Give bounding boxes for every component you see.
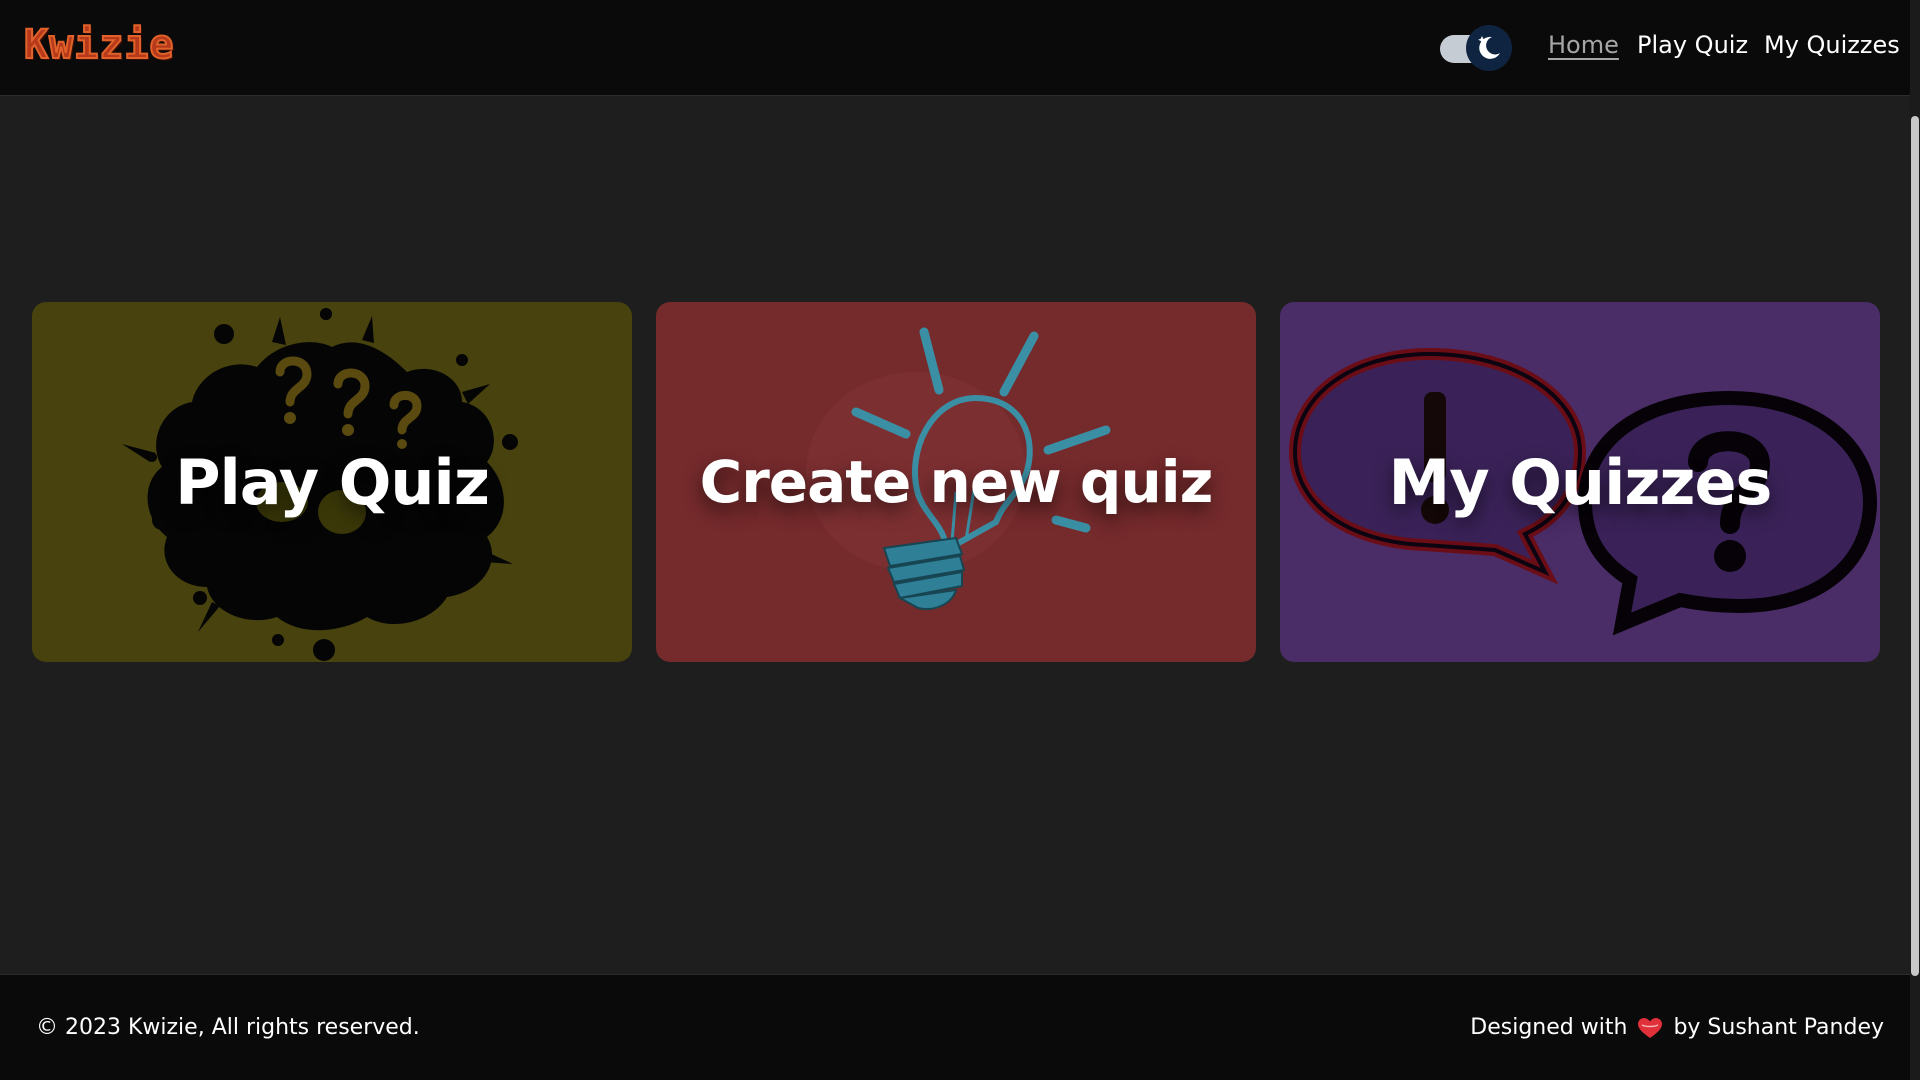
page-footer: © 2023 Kwizie, All rights reserved. Desi… [0, 974, 1910, 1080]
brand-logo[interactable]: Kwizie [23, 21, 174, 69]
designer-credit: Designed with by Sushant Pandey [1470, 1015, 1884, 1040]
play-quiz-card[interactable]: Play Quiz [32, 302, 632, 662]
nav-link-play-quiz[interactable]: Play Quiz [1637, 31, 1748, 59]
nav-link-home[interactable]: Home [1548, 31, 1619, 59]
theme-toggle-knob [1466, 25, 1512, 71]
credit-prefix: Designed with [1470, 1015, 1628, 1040]
create-quiz-card[interactable]: Create new quiz [656, 302, 1256, 662]
copyright-text: © 2023 Kwizie, All rights reserved. [36, 1015, 420, 1040]
scrollbar-thumb[interactable] [1911, 116, 1919, 976]
create-quiz-card-title: Create new quiz [699, 448, 1214, 516]
my-quizzes-card-title: My Quizzes [1388, 445, 1773, 519]
credit-suffix: by Sushant Pandey [1673, 1015, 1884, 1040]
top-navbar: Kwizie Home Play Quiz My Quizzes [0, 0, 1910, 96]
play-quiz-card-title: Play Quiz [175, 445, 490, 519]
theme-toggle[interactable] [1440, 25, 1512, 71]
heart-icon [1638, 1017, 1663, 1038]
my-quizzes-card[interactable]: My Quizzes [1280, 302, 1880, 662]
nav-link-my-quizzes[interactable]: My Quizzes [1764, 31, 1900, 59]
moon-icon [1478, 36, 1500, 59]
